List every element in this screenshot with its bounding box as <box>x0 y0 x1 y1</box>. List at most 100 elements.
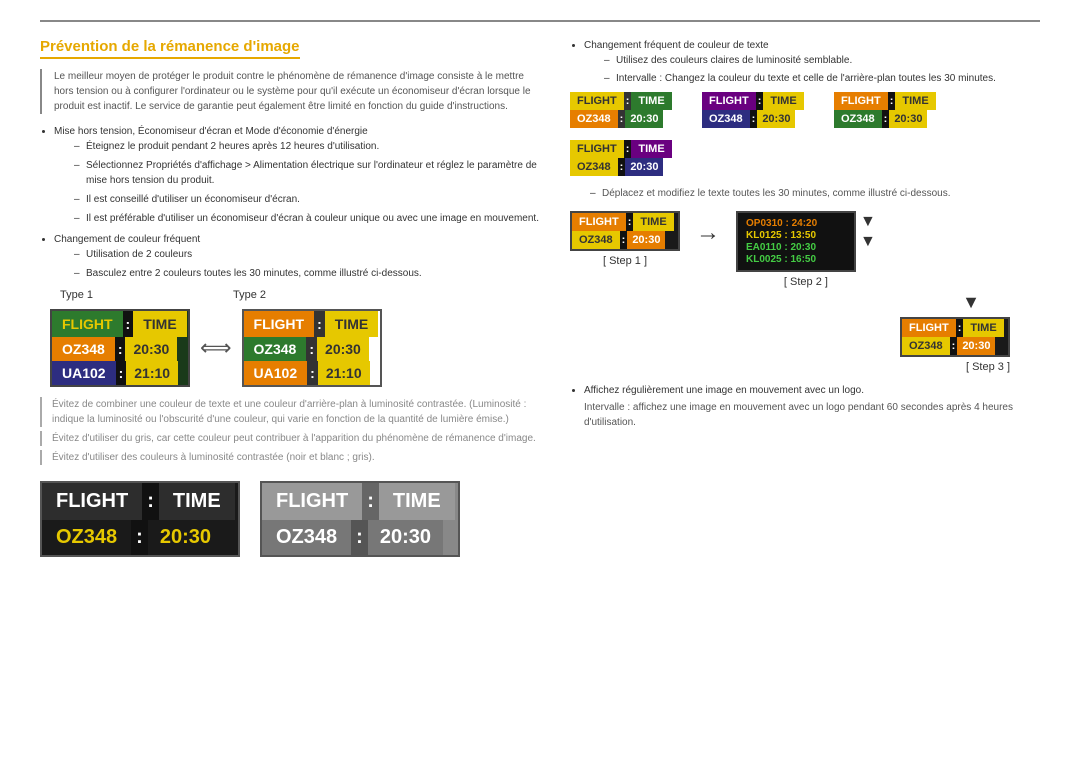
step3-row: OZ348 : 20:30 <box>902 337 1008 355</box>
sb2-time: TIME <box>763 92 803 110</box>
header-time-2: TIME <box>325 311 378 337</box>
cell-sep2: : <box>116 361 127 385</box>
lbg-flight: FLIGHT <box>262 483 362 520</box>
arrow-down-wrap: ▼ <box>570 292 1040 313</box>
step3-sep2: : <box>950 337 958 355</box>
sb1-oz: OZ348 <box>570 110 618 128</box>
cell-sep3: : <box>306 337 317 361</box>
small-board-2: FLIGHT : TIME OZ348 : 20:30 <box>702 92 822 128</box>
down-arrow-1: ▼ <box>860 213 876 231</box>
board-row-1: OZ348 : 20:30 <box>52 337 188 361</box>
step2-row3: EA0110 : 20:30 <box>746 242 846 253</box>
dash-list-2: Utilisation de 2 couleurs Basculez entre… <box>74 247 540 281</box>
dash-item: Il est conseillé d'utiliser un économise… <box>74 192 540 207</box>
header-flight: FLIGHT <box>52 311 123 337</box>
bullet-item-1: Mise hors tension, Économiseur d'écran e… <box>54 124 540 226</box>
top-divider <box>40 20 1040 22</box>
sb1-sep2: : <box>618 110 626 128</box>
large-boards-row: FLIGHT : TIME OZ348 : 20:30 FLIGHT : TIM… <box>40 481 540 557</box>
sb4-oz: OZ348 <box>570 158 618 176</box>
lbd-sep: : <box>142 483 159 520</box>
step2-board-arrows: OP0310 : 24:20 KL0125 : 13:50 EA0110 : 2… <box>736 211 876 272</box>
sb3-sep: : <box>888 92 896 110</box>
bullet-item-2: Changement de couleur fréquent Utilisati… <box>54 232 540 281</box>
right-column: Changement fréquent de couleur de texte … <box>570 38 1040 557</box>
step2-row1: OP0310 : 24:20 <box>746 218 846 229</box>
step1-time: TIME <box>633 213 673 231</box>
dash-list-1: Éteignez le produit pendant 2 heures apr… <box>74 139 540 226</box>
sb2-row: OZ348 : 20:30 <box>702 110 822 128</box>
type2-label: Type 2 <box>233 289 266 301</box>
type1-label: Type 1 <box>60 289 93 301</box>
logo-note-item: Affichez régulièrement une image en mouv… <box>584 383 1040 398</box>
dash-item: Basculez entre 2 couleurs toutes les 30 … <box>74 266 540 281</box>
step1-flight: FLIGHT <box>572 213 626 231</box>
steps-section: FLIGHT : TIME OZ348 : 20:30 [ Step 1 ] → <box>570 211 1040 430</box>
sb1-header: FLIGHT : TIME <box>570 92 690 110</box>
step1-wrap: FLIGHT : TIME OZ348 : 20:30 [ Step 1 ] <box>570 211 680 267</box>
lbg-oz: OZ348 <box>262 520 351 555</box>
large-board-gray-header: FLIGHT : TIME <box>262 483 458 520</box>
step2-label: [ Step 2 ] <box>784 276 828 288</box>
step1-label: [ Step 1 ] <box>603 255 647 267</box>
sb2-sep: : <box>756 92 764 110</box>
type1-flight-board: FLIGHT : TIME OZ348 : 20:30 UA102 : 21:1… <box>50 309 190 387</box>
down-arrow-3: ▼ <box>962 292 980 313</box>
sb3-header: FLIGHT : TIME <box>834 92 954 110</box>
cell-ua102b: UA102 <box>244 361 308 385</box>
flight-boards-comparison: FLIGHT : TIME OZ348 : 20:30 UA102 : 21:1… <box>50 309 540 387</box>
logo-note-detail: Intervalle : affichez une image en mouve… <box>584 400 1040 430</box>
sb2-flight: FLIGHT <box>702 92 756 110</box>
dash-item: Il est préférable d'utiliser un économis… <box>74 211 540 226</box>
step1-header: FLIGHT : TIME <box>572 213 678 231</box>
board-row-1b: OZ348 : 20:30 <box>244 337 380 361</box>
board-row-2: UA102 : 21:10 <box>52 361 188 385</box>
header-time: TIME <box>133 311 186 337</box>
sb3-time: TIME <box>895 92 935 110</box>
right-bullet-item: Changement fréquent de couleur de texte … <box>584 38 1040 86</box>
cell-2030b: 20:30 <box>317 337 369 361</box>
step3-label: [ Step 3 ] <box>966 361 1010 373</box>
step3-flight: FLIGHT <box>902 319 956 337</box>
warning2: Évitez d'utiliser du gris, car cette cou… <box>40 431 540 446</box>
sb1-sep: : <box>624 92 632 110</box>
right-dash-item: Intervalle : Changez la couleur du texte… <box>604 71 1040 86</box>
sb4-time-val: 20:30 <box>625 158 663 176</box>
logo-notes: Affichez régulièrement une image en mouv… <box>570 383 1040 430</box>
step3-wrap: FLIGHT : TIME OZ348 : 20:30 [ Step 3 ] <box>570 317 1040 373</box>
note-dash-item: – Déplacez et modifiez le texte toutes l… <box>590 186 1040 201</box>
cell-sep4: : <box>307 361 318 385</box>
sb3-row: OZ348 : 20:30 <box>834 110 954 128</box>
lbd-oz: OZ348 <box>42 520 131 555</box>
large-board-dark-header: FLIGHT : TIME <box>42 483 238 520</box>
sb1-row: OZ348 : 20:30 <box>570 110 690 128</box>
sb1-flight: FLIGHT <box>570 92 624 110</box>
step1-oz: OZ348 <box>572 231 620 249</box>
cell-sep: : <box>115 337 126 361</box>
board-row-2b: UA102 : 21:10 <box>244 361 380 385</box>
board-header-2: FLIGHT : TIME <box>244 311 380 337</box>
sb4-sep2: : <box>618 158 626 176</box>
step1-board: FLIGHT : TIME OZ348 : 20:30 <box>570 211 680 251</box>
large-board-gray-row: OZ348 : 20:30 <box>262 520 458 555</box>
sb1-time-val: 20:30 <box>625 110 663 128</box>
type2-flight-board: FLIGHT : TIME OZ348 : 20:30 UA102 : 21:1… <box>242 309 382 387</box>
sb2-sep2: : <box>750 110 758 128</box>
lbg-sep2: : <box>351 520 368 555</box>
cell-oz348: OZ348 <box>52 337 115 361</box>
lbd-time-val: 20:30 <box>148 520 223 555</box>
step1-row: OZ348 : 20:30 <box>572 231 678 249</box>
right-dash-list: Utilisez des couleurs claires de luminos… <box>604 53 1040 86</box>
step2-board: OP0310 : 24:20 KL0125 : 13:50 EA0110 : 2… <box>736 211 856 272</box>
step-row-1-2: FLIGHT : TIME OZ348 : 20:30 [ Step 1 ] → <box>570 211 1040 288</box>
board-header: FLIGHT : TIME <box>52 311 188 337</box>
sb2-header: FLIGHT : TIME <box>702 92 822 110</box>
large-board-gray: FLIGHT : TIME OZ348 : 20:30 <box>260 481 460 557</box>
sb3-oz: OZ348 <box>834 110 882 128</box>
sb1-time: TIME <box>631 92 671 110</box>
large-board-dark-row: OZ348 : 20:30 <box>42 520 238 555</box>
step3-header: FLIGHT : TIME <box>902 319 1008 337</box>
step3-oz: OZ348 <box>902 337 950 355</box>
warning1: Évitez de combiner une couleur de texte … <box>40 397 540 427</box>
step2-wrap: OP0310 : 24:20 KL0125 : 13:50 EA0110 : 2… <box>736 211 876 288</box>
